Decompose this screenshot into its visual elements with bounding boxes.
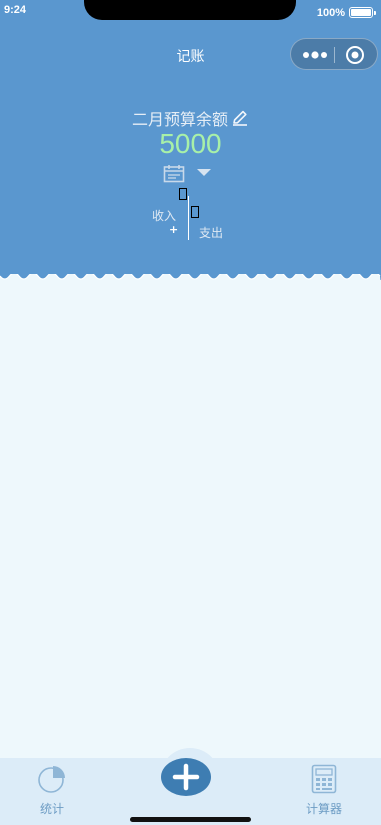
budget-label-row: 二月预算余额 [0, 106, 381, 130]
income-label: 收入 [152, 209, 177, 223]
income-expense-summary: 收入 + 支出 [140, 186, 240, 242]
status-time: 9:24 [4, 4, 27, 16]
summary-axis [188, 196, 189, 240]
tab-stats-label: 统计 [39, 802, 64, 816]
add-record-button[interactable] [161, 758, 211, 796]
plus-icon [172, 763, 200, 791]
income-bar [179, 188, 187, 200]
expense-label: 支出 [199, 226, 224, 240]
pencil-icon[interactable] [231, 109, 249, 127]
budget-label: 二月预算余额 [131, 110, 228, 129]
calculator-icon [311, 764, 337, 794]
wave-divider [0, 274, 381, 286]
tab-stats[interactable]: 统计 [20, 762, 84, 817]
status-bar: 9:24 100% [0, 0, 381, 26]
mini-program-capsule[interactable] [290, 38, 378, 70]
tab-calculator-label: 计算器 [305, 802, 342, 816]
pie-chart-icon [38, 766, 65, 793]
triangle-down-icon[interactable] [196, 168, 212, 177]
plus-sign: + [169, 223, 179, 236]
tab-calculator[interactable]: 计算器 [292, 762, 356, 817]
budget-amount: 5000 [159, 128, 222, 159]
battery-percentage: 100% [316, 7, 345, 19]
target-circle-icon[interactable] [345, 45, 365, 65]
calendar-icon[interactable] [163, 164, 185, 183]
capsule-divider [334, 47, 335, 63]
more-dots-icon[interactable] [300, 47, 330, 63]
expense-bar [191, 206, 199, 218]
home-indicator [130, 817, 251, 822]
battery-icon [349, 7, 376, 18]
screen-notch [84, 0, 296, 20]
